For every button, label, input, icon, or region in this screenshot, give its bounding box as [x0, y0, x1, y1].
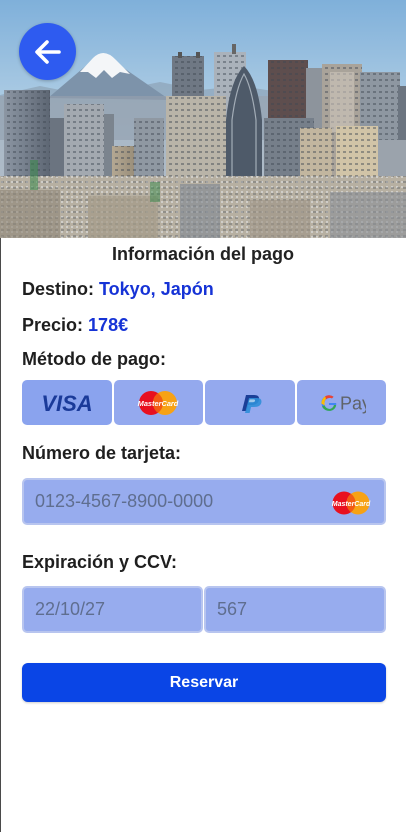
- reserve-button[interactable]: Reservar: [22, 663, 386, 702]
- visa-logo-icon: VISA: [41, 391, 92, 416]
- arrow-left-icon: [34, 39, 61, 64]
- ccv-input[interactable]: [204, 586, 386, 633]
- destination-row: Destino: Tokyo, Japón: [22, 277, 214, 301]
- destination-value: Tokyo, Japón: [99, 279, 214, 299]
- price-row: Precio: 178€: [22, 313, 128, 337]
- payment-method-selector: VISA MasterCard Pay: [22, 380, 386, 425]
- price-value: 178€: [88, 315, 129, 335]
- back-button[interactable]: [19, 23, 76, 80]
- price-label: Precio:: [22, 315, 84, 335]
- payment-method-mastercard[interactable]: MasterCard: [113, 380, 203, 425]
- mastercard-icon: MasterCard: [332, 491, 371, 515]
- paypal-logo-icon: [241, 394, 262, 413]
- page-title: Información del pago: [111, 244, 294, 264]
- payment-method-visa[interactable]: VISA: [22, 380, 112, 425]
- mastercard-logo-text: MasterCard: [138, 399, 179, 408]
- expiry-date-input[interactable]: [22, 586, 203, 633]
- destination-hero-image: [0, 0, 406, 238]
- expiry-ccv-label: Expiración y CCV:: [22, 552, 178, 572]
- mastercard-logo-icon: MasterCard: [138, 390, 179, 415]
- google-pay-logo-icon: Pay: [321, 393, 366, 413]
- card-number-label: Número de tarjeta:: [22, 443, 182, 463]
- destination-label: Destino:: [22, 279, 94, 299]
- payment-method-label: Método de pago:: [22, 349, 166, 369]
- payment-method-paypal[interactable]: [205, 380, 295, 425]
- card-brand-text: MasterCard: [332, 501, 371, 508]
- visa-logo-text: VISA: [41, 391, 92, 416]
- payment-method-google-pay[interactable]: Pay: [296, 380, 386, 425]
- google-pay-logo-text: Pay: [340, 393, 366, 413]
